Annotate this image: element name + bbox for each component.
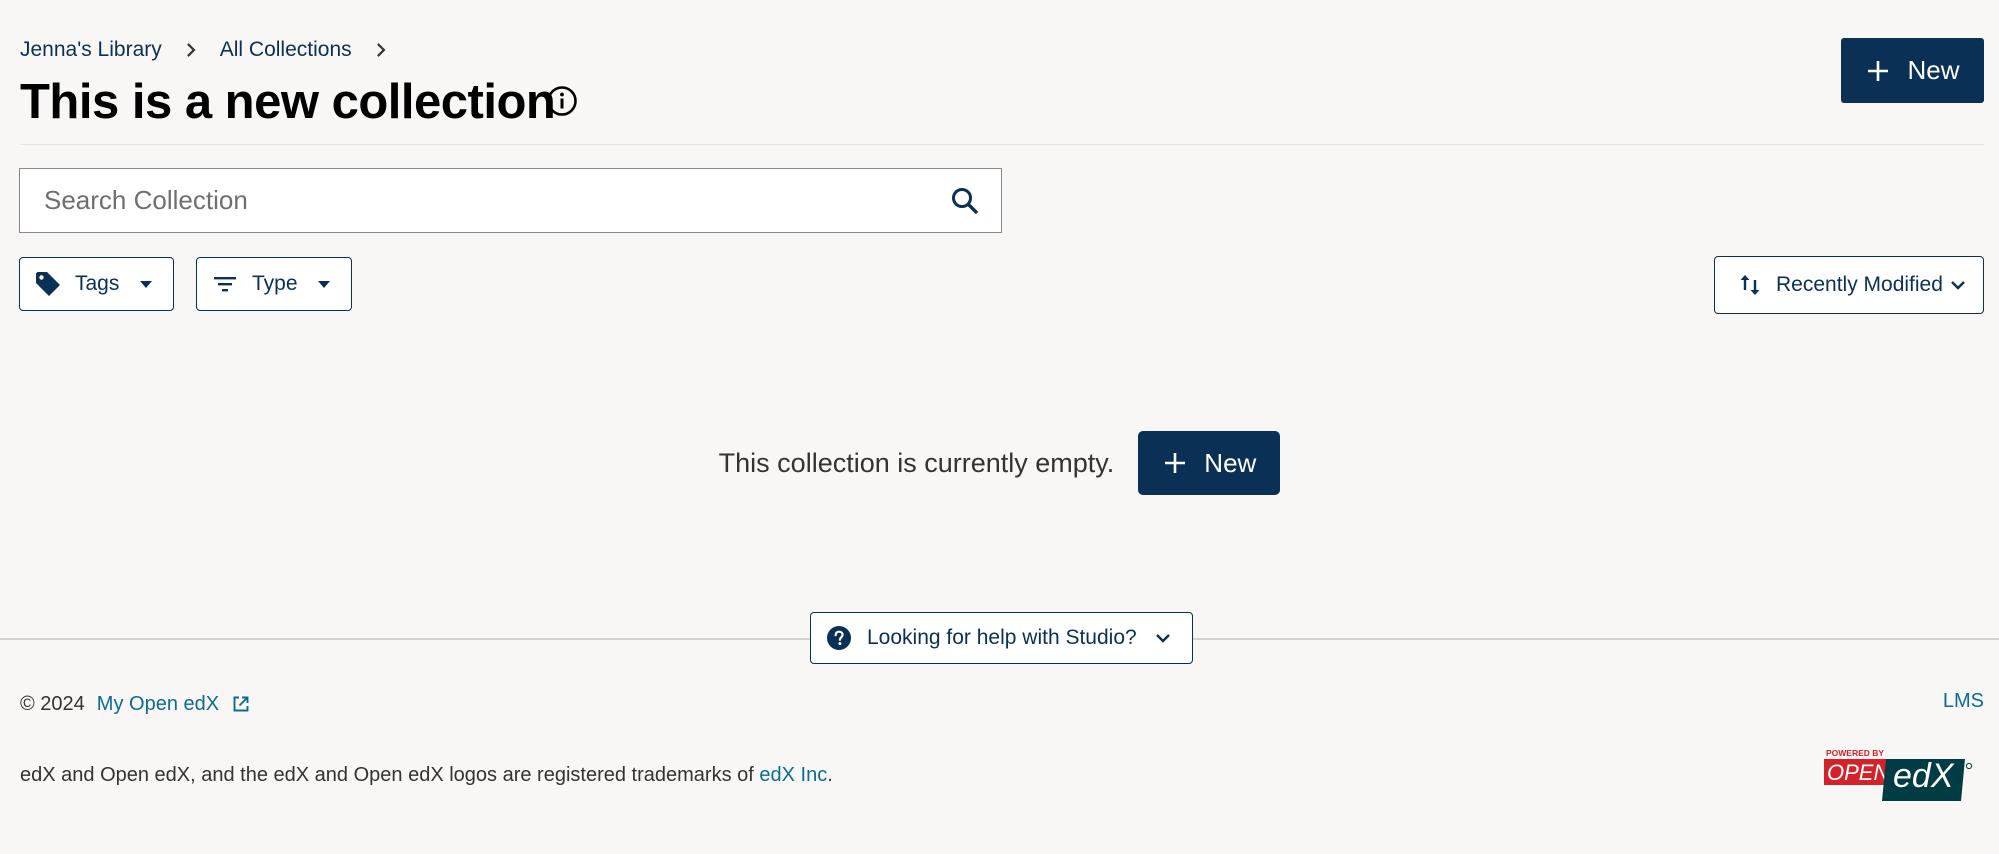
header-divider (20, 144, 1984, 145)
tags-filter-label: Tags (75, 272, 120, 295)
sort-label: Recently Modified (1776, 273, 1943, 296)
sort-dropdown[interactable]: Recently Modified (1714, 256, 1984, 314)
tags-filter-button[interactable]: Tags (19, 257, 174, 311)
search-icon[interactable] (949, 185, 981, 217)
tag-icon (33, 269, 63, 299)
copyright: © 2024 (20, 692, 85, 715)
info-icon[interactable] (545, 84, 579, 118)
trademark-notice: edX and Open edX, and the edX and Open e… (20, 764, 833, 787)
empty-state-message: This collection is currently empty. (718, 447, 1115, 478)
help-circle-icon (826, 625, 852, 651)
new-button-label: New (1204, 447, 1257, 478)
powered-by-open-edx-logo[interactable]: POWERED BY OPEN edX (1822, 746, 1974, 806)
caret-down-icon (135, 273, 157, 295)
logo-open: OPEN (1827, 760, 1889, 785)
search-box (19, 168, 1002, 233)
trademark-end: . (827, 764, 833, 786)
page-title: This is a new collection (20, 75, 556, 129)
breadcrumb-library-link[interactable]: Jenna's Library (20, 38, 162, 62)
empty-state: This collection is currently empty. New (0, 431, 1999, 495)
help-label: Looking for help with Studio? (867, 626, 1137, 649)
plus-icon (1165, 453, 1186, 473)
type-filter-button[interactable]: Type (196, 257, 352, 311)
chevron-right-icon (162, 39, 220, 61)
footer-links: © 2024 My Open edX (20, 690, 251, 718)
caret-down-icon (313, 273, 335, 295)
type-filter-label: Type (252, 272, 298, 295)
chevron-right-icon (352, 39, 410, 61)
external-link-icon[interactable] (231, 694, 251, 714)
new-button-label: New (1907, 55, 1960, 85)
my-open-edx-link[interactable]: My Open edX (97, 693, 219, 716)
breadcrumb: Jenna's Library All Collections (20, 36, 410, 64)
new-button-empty-state[interactable]: New (1138, 431, 1281, 495)
trademark-text: edX and Open edX, and the edX and Open e… (20, 764, 760, 786)
edx-inc-link[interactable]: edX Inc (759, 764, 827, 786)
swap-vert-icon (1736, 271, 1764, 299)
chevron-down-icon (1152, 627, 1174, 649)
new-button[interactable]: New (1841, 38, 1984, 103)
help-dropdown-button[interactable]: Looking for help with Studio? (810, 612, 1193, 664)
breadcrumb-all-collections-link[interactable]: All Collections (220, 38, 352, 62)
plus-icon (1868, 60, 1889, 81)
search-input[interactable] (20, 169, 949, 232)
chevron-down-icon (1947, 274, 1969, 296)
logo-powered-by: POWERED BY (1826, 748, 1884, 758)
filter-list-icon (210, 269, 240, 299)
logo-edx: edX (1893, 757, 1955, 795)
lms-link[interactable]: LMS (1943, 690, 1984, 713)
